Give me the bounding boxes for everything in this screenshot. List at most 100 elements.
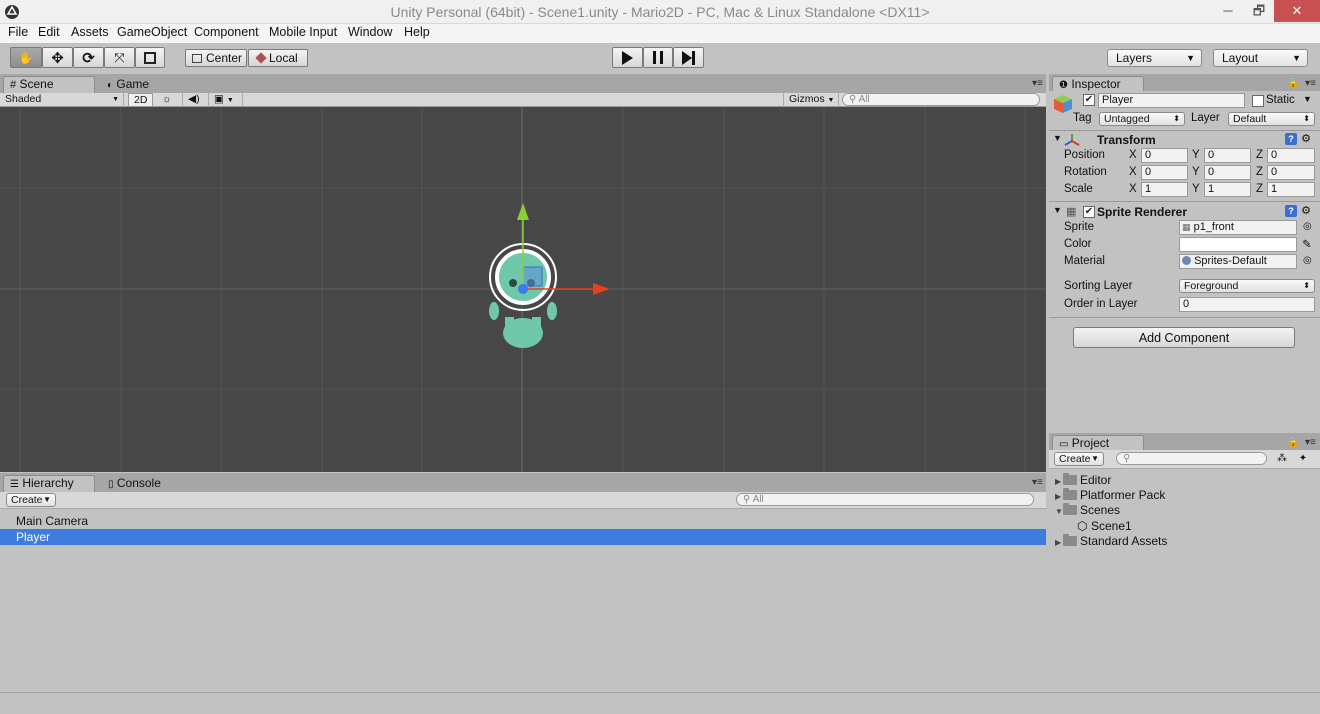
pivot-handle[interactable] xyxy=(518,284,528,294)
rect-tool-button[interactable] xyxy=(135,47,165,68)
scale-z-field[interactable]: 1 xyxy=(1267,182,1315,197)
project-item-platformer-pack[interactable]: ▶ Platformer Pack xyxy=(1055,488,1165,503)
panel-menu-icon[interactable]: ▾≡ xyxy=(1032,78,1043,89)
chevron-down-icon[interactable]: ▼ xyxy=(1303,94,1312,104)
scale-tool-button[interactable]: ⤧ xyxy=(104,47,135,68)
hand-tool-button[interactable]: ✋ xyxy=(10,47,42,68)
project-item-scenes[interactable]: ▼ Scenes xyxy=(1055,503,1120,518)
active-checkbox[interactable]: ✔ xyxy=(1083,94,1095,106)
menu-assets[interactable]: Assets xyxy=(71,25,109,39)
hierarchy-create-dropdown[interactable]: Create ▼ xyxy=(6,493,56,507)
menu-help[interactable]: Help xyxy=(404,25,430,39)
scene-search-placeholder: All xyxy=(858,94,870,105)
y-axis-arrow-icon[interactable] xyxy=(517,203,529,220)
rotation-y-field[interactable]: 0 xyxy=(1204,165,1251,180)
panel-menu-icon[interactable]: ▾≡ xyxy=(1305,437,1316,448)
close-button[interactable]: ✕ xyxy=(1274,0,1320,22)
lock-icon[interactable]: 🔒 xyxy=(1287,78,1299,89)
hierarchy-item-player[interactable]: Player xyxy=(0,529,1046,545)
xy-plane-handle[interactable] xyxy=(522,266,543,287)
move-tool-button[interactable]: ✥ xyxy=(42,47,73,68)
speaker-icon: ◀) xyxy=(188,93,200,105)
maximize-button[interactable]: 🗗 xyxy=(1244,0,1274,22)
panel-menu-icon[interactable]: ▾≡ xyxy=(1305,78,1316,89)
help-book-icon[interactable]: ? xyxy=(1285,205,1297,217)
pivot-center-button[interactable]: Center xyxy=(185,49,247,67)
sprite-field[interactable]: ▦ p1_front xyxy=(1179,220,1297,235)
tab-console[interactable]: ▯ Console xyxy=(101,475,181,492)
layers-dropdown[interactable]: Layers ▼ xyxy=(1107,49,1202,67)
rotate-tool-button[interactable]: ⟳ xyxy=(73,47,104,68)
play-button[interactable] xyxy=(612,47,643,68)
sorting-layer-dropdown[interactable]: Foreground ⬍ xyxy=(1179,279,1315,293)
toggle-2d-button[interactable]: 2D xyxy=(128,93,153,107)
sprite-renderer-component-header[interactable]: ▼ ▦ ✔ Sprite Renderer ? ⚙ xyxy=(1049,204,1320,221)
foldout-closed-icon[interactable]: ▶ xyxy=(1055,474,1063,489)
position-x-field[interactable]: 0 xyxy=(1141,148,1188,163)
menu-component[interactable]: Component xyxy=(194,25,259,39)
scale-x-field[interactable]: 1 xyxy=(1141,182,1188,197)
x-axis-arrow-icon[interactable] xyxy=(593,283,610,295)
color-swatch[interactable] xyxy=(1179,237,1297,252)
lock-icon[interactable]: 🔒 xyxy=(1287,437,1299,448)
scene-search-input[interactable]: ⚲ All xyxy=(842,93,1040,106)
layer-dropdown[interactable]: Default ⬍ xyxy=(1228,112,1315,126)
minimize-button[interactable]: ─ xyxy=(1213,0,1243,22)
scene-effects-dropdown[interactable]: ▣ ▼ xyxy=(209,93,243,107)
object-picker-icon[interactable]: ◎ xyxy=(1303,221,1312,232)
menu-gameobject[interactable]: GameObject xyxy=(117,25,187,39)
help-book-icon[interactable]: ? xyxy=(1285,133,1297,145)
filter-by-type-icon[interactable]: ⁂ xyxy=(1276,453,1288,465)
add-component-button[interactable]: Add Component xyxy=(1073,327,1295,348)
project-item-standard-assets[interactable]: ▶ Standard Assets xyxy=(1055,534,1167,549)
panel-menu-icon[interactable]: ▾≡ xyxy=(1032,477,1043,488)
rotation-x-field[interactable]: 0 xyxy=(1141,165,1188,180)
foldout-open-icon[interactable]: ▼ xyxy=(1055,504,1063,519)
menu-mobile-input[interactable]: Mobile Input xyxy=(269,25,337,39)
project-item-scene1[interactable]: ⬡ Scene1 xyxy=(1077,519,1132,534)
tag-dropdown[interactable]: Untagged ⬍ xyxy=(1099,112,1185,126)
material-field[interactable]: Sprites-Default xyxy=(1179,254,1297,269)
position-z-field[interactable]: 0 xyxy=(1267,148,1315,163)
gizmos-dropdown[interactable]: Gizmos ▼ xyxy=(783,93,839,107)
tab-hierarchy[interactable]: ☰ Hierarchy xyxy=(3,475,95,492)
order-in-layer-field[interactable]: 0 xyxy=(1179,297,1315,312)
menu-window[interactable]: Window xyxy=(348,25,392,39)
object-name-field[interactable]: Player xyxy=(1098,93,1245,108)
shading-mode-dropdown[interactable]: Shaded ▼ xyxy=(0,93,124,107)
menu-edit[interactable]: Edit xyxy=(38,25,60,39)
foldout-closed-icon[interactable]: ▶ xyxy=(1055,489,1063,504)
hierarchy-item-main-camera[interactable]: Main Camera xyxy=(0,513,1046,529)
tab-game[interactable]: ◐ Game xyxy=(100,76,170,93)
scale-y-field[interactable]: 1 xyxy=(1204,182,1251,197)
position-y-field[interactable]: 0 xyxy=(1204,148,1251,163)
foldout-closed-icon[interactable]: ▶ xyxy=(1055,535,1063,550)
folder-icon xyxy=(1063,534,1077,546)
tab-scene[interactable]: # Scene xyxy=(3,76,95,93)
eyedropper-icon[interactable]: ✎ xyxy=(1302,237,1312,251)
pivot-local-button[interactable]: Local xyxy=(248,49,308,67)
object-picker-icon[interactable]: ◎ xyxy=(1303,255,1312,266)
hierarchy-search-input[interactable]: ⚲ All xyxy=(736,493,1034,506)
project-item-label: Standard Assets xyxy=(1080,534,1168,548)
project-item-editor[interactable]: ▶ Editor xyxy=(1055,473,1111,488)
rotation-z-field[interactable]: 0 xyxy=(1267,165,1315,180)
scene-canvas[interactable] xyxy=(0,107,1046,472)
foldout-open-icon[interactable]: ▼ xyxy=(1053,133,1062,143)
gear-icon[interactable]: ⚙ xyxy=(1300,205,1312,217)
project-create-dropdown[interactable]: Create ▼ xyxy=(1054,452,1104,466)
sprite-renderer-enabled-checkbox[interactable]: ✔ xyxy=(1083,206,1095,218)
layout-dropdown[interactable]: Layout ▼ xyxy=(1213,49,1308,67)
step-button[interactable] xyxy=(673,47,704,68)
pause-button[interactable] xyxy=(643,47,673,68)
scene-lighting-toggle[interactable]: ☼ xyxy=(157,93,183,107)
static-checkbox[interactable] xyxy=(1252,95,1264,107)
transform-component-header[interactable]: ▼ Transform ? ⚙ xyxy=(1049,132,1320,149)
project-search-input[interactable]: ⚲ xyxy=(1116,452,1267,465)
filter-by-label-icon[interactable]: ✦ xyxy=(1297,453,1309,465)
scene-audio-toggle[interactable]: ◀) xyxy=(183,93,209,107)
gear-icon[interactable]: ⚙ xyxy=(1300,133,1312,145)
menu-file[interactable]: File xyxy=(8,25,28,39)
foldout-open-icon[interactable]: ▼ xyxy=(1053,205,1062,215)
scene-viewport[interactable] xyxy=(0,107,1046,472)
